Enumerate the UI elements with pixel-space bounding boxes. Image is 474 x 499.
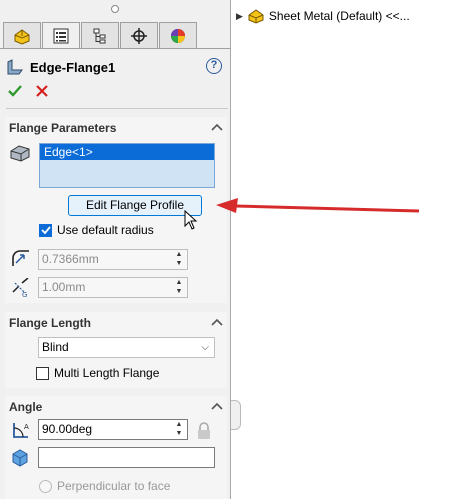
stepper-up-icon[interactable]: ▲ [172, 420, 186, 429]
panel-splitter-handle[interactable] [231, 400, 241, 430]
property-list-icon [53, 28, 69, 44]
lock-icon[interactable] [196, 422, 212, 440]
perpendicular-to-face-label: Perpendicular to face [57, 479, 171, 493]
flange-parameters-header[interactable]: Flange Parameters [5, 117, 227, 139]
chevron-up-icon[interactable] [211, 401, 223, 411]
edit-flange-profile-button[interactable]: Edit Flange Profile [68, 195, 202, 216]
angle-header[interactable]: Angle [5, 396, 227, 418]
checkmark-icon [40, 226, 51, 235]
face-selection-field[interactable] [38, 447, 215, 468]
stepper-up-icon[interactable]: ▲ [172, 250, 186, 259]
list-item[interactable]: Edge<1> [40, 144, 214, 160]
bend-radius-stepper[interactable]: ▲ ▼ [172, 250, 186, 269]
gap-distance-icon: G [12, 278, 29, 298]
flange-length-header[interactable]: Flange Length [5, 312, 227, 334]
flange-angle-field[interactable]: 90.00deg [38, 419, 188, 440]
stepper-down-icon[interactable]: ▼ [172, 429, 186, 438]
panel-collapse-dot[interactable] [111, 5, 119, 13]
chevron-up-icon[interactable] [211, 317, 223, 327]
svg-text:A: A [24, 423, 29, 431]
appearance-icon [171, 28, 185, 43]
chevron-up-icon[interactable] [211, 122, 223, 132]
gap-distance-field[interactable]: 1.00mm [38, 277, 188, 298]
edge-select-icon [10, 145, 30, 162]
tab-propertymanager[interactable] [42, 22, 80, 49]
use-default-radius-row: Use default radius [39, 223, 154, 237]
feature-title-row: Edge-Flange1 ? [6, 56, 226, 78]
expand-arrow-icon[interactable]: ▶ [236, 11, 243, 22]
property-manager-panel: Edge-Flange1 ? Flange Parameters Edge<1>… [0, 0, 231, 499]
divider [6, 108, 228, 109]
multi-length-flange-checkbox[interactable] [36, 366, 49, 380]
sheet-metal-part-icon [248, 9, 264, 24]
flange-angle-stepper[interactable]: ▲ ▼ [172, 420, 186, 439]
sheet-metal-icon [14, 28, 30, 45]
tab-dimxpert[interactable] [120, 22, 158, 48]
perpendicular-to-face-radio[interactable] [39, 479, 52, 493]
mouse-pointer-icon [184, 210, 198, 230]
tab-featuremanager[interactable] [3, 22, 41, 48]
annotation-arrow [216, 198, 420, 213]
gap-distance-stepper[interactable]: ▲ ▼ [172, 278, 186, 297]
multi-length-flange-label: Multi Length Flange [54, 366, 160, 380]
face-select-icon [12, 449, 28, 467]
perpendicular-to-face-row: Perpendicular to face [39, 479, 170, 493]
flange-parameters-title: Flange Parameters [9, 121, 117, 135]
end-condition-value: Blind [42, 340, 69, 354]
flange-angle-icon: A [13, 423, 29, 438]
manager-tabs [3, 22, 198, 49]
tree-item-label: Sheet Metal (Default) <<... [268, 9, 410, 23]
svg-text:G: G [22, 291, 27, 298]
ok-checkmark-icon[interactable] [8, 84, 22, 98]
edge-flange-icon [7, 59, 23, 75]
cancel-x-icon[interactable] [36, 85, 48, 97]
multi-length-flange-row: Multi Length Flange [36, 366, 159, 380]
panel-top-bar [0, 0, 230, 22]
use-default-radius-label: Use default radius [57, 223, 154, 237]
tree-item-sheet-metal[interactable]: ▶ Sheet Metal (Default) <<... [236, 8, 410, 24]
bend-radius-icon [12, 250, 29, 266]
flange-length-title: Flange Length [9, 316, 91, 330]
tabs-divider [0, 48, 231, 49]
crosshair-icon [131, 27, 147, 44]
stepper-down-icon[interactable]: ▼ [172, 287, 186, 296]
edge-selection-list[interactable]: Edge<1> [39, 143, 215, 188]
end-condition-select[interactable]: Blind ⌵ [38, 337, 215, 358]
bend-radius-field[interactable]: 0.7366mm [38, 249, 188, 270]
feature-title: Edge-Flange1 [30, 59, 116, 75]
help-icon[interactable]: ? [206, 58, 222, 74]
tab-configurationmanager[interactable] [81, 22, 119, 48]
configuration-tree-icon [93, 28, 106, 43]
stepper-down-icon[interactable]: ▼ [172, 259, 186, 268]
tab-displaymanager[interactable] [159, 22, 197, 48]
stepper-up-icon[interactable]: ▲ [172, 278, 186, 287]
ok-cancel-row [8, 84, 48, 98]
chevron-down-icon: ⌵ [201, 342, 209, 353]
use-default-radius-checkbox[interactable] [39, 223, 52, 237]
angle-title: Angle [9, 400, 43, 414]
